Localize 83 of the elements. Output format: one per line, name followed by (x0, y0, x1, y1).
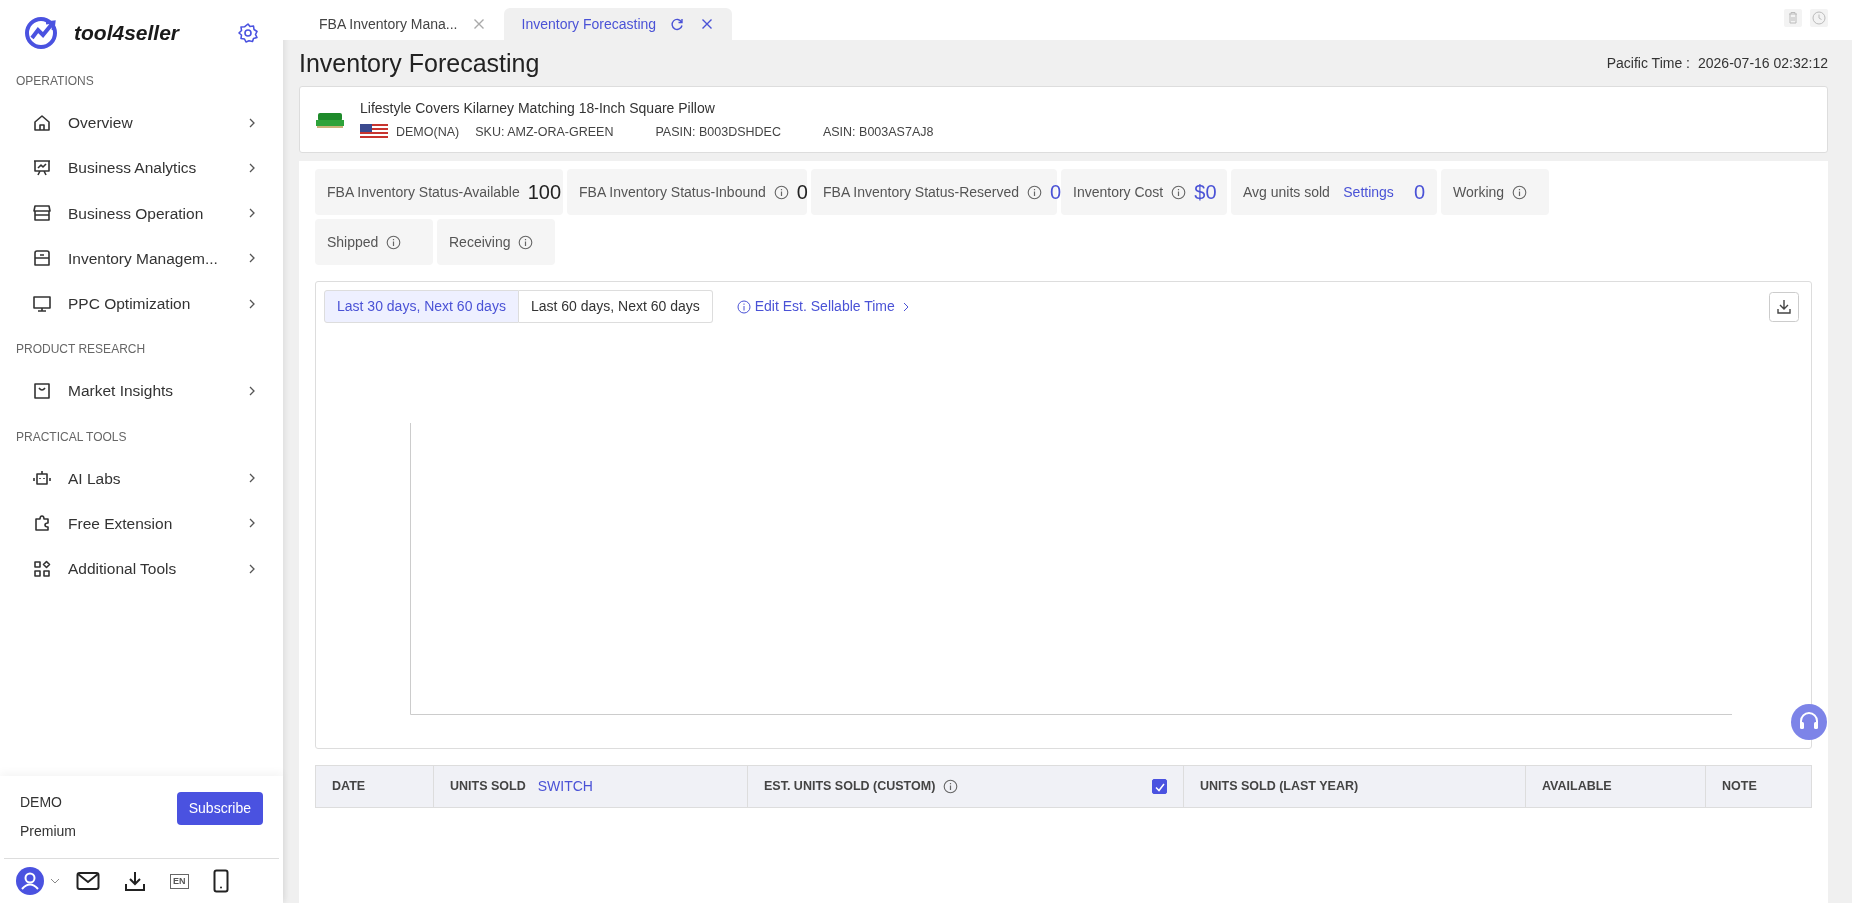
stat-label: FBA Inventory Status-Available (327, 182, 520, 202)
settings-link[interactable]: Settings (1343, 181, 1394, 203)
column-label: EST. UNITS SOLD (CUSTOM) (764, 778, 936, 796)
tab[interactable]: FBA Inventory Mana... (301, 8, 504, 40)
stat-label: FBA Inventory Status-Reserved (823, 182, 1020, 202)
settings-icon[interactable] (237, 22, 259, 44)
avatar-icon[interactable] (16, 867, 44, 895)
logo-icon (24, 16, 58, 50)
stat-label: Avg units sold (1243, 182, 1330, 202)
range-button[interactable]: Last 30 days, Next 60 days (324, 290, 519, 323)
page-title: Inventory Forecasting (299, 48, 540, 78)
shopping-bag-icon (32, 380, 52, 401)
apps-grid-icon (32, 558, 52, 579)
column-label: UNITS SOLD (450, 778, 526, 796)
chevron-right-icon (247, 385, 257, 396)
sku-text: SKU: AMZ-ORA-GREEN (475, 123, 614, 141)
sidebar-item[interactable]: Business Operation (0, 190, 283, 236)
subscribe-button[interactable]: Subscribe (176, 792, 263, 825)
range-button[interactable]: Last 60 days, Next 60 days (518, 290, 713, 323)
stat-label: Receiving (449, 232, 511, 252)
sidebar-item[interactable]: Free Extension (0, 500, 283, 546)
box-icon (32, 248, 52, 269)
account-name: DEMO (20, 793, 63, 812)
mail-icon[interactable] (76, 871, 100, 891)
column-label: UNITS SOLD (LAST YEAR) (1200, 778, 1359, 796)
stat-value: $0 (1194, 180, 1217, 205)
caret-icon[interactable] (50, 878, 60, 884)
sidebar-item[interactable]: Overview (0, 100, 283, 146)
stat-label: Working (1453, 182, 1505, 202)
product-thumbnail-icon (316, 110, 344, 129)
checkbox[interactable] (1152, 779, 1167, 794)
store-name: DEMO(NA) (396, 123, 460, 141)
stat-value: 100 (527, 180, 562, 205)
stat-label: Inventory Cost (1073, 182, 1164, 202)
brand-name: tool4seller (74, 20, 181, 47)
sidebar-item[interactable]: Inventory Managem... (0, 235, 283, 281)
chevron-right-icon (247, 473, 257, 484)
section-heading: PRODUCT RESEARCH (15, 341, 147, 359)
sidebar-item[interactable]: Market Insights (0, 368, 283, 414)
column-label: NOTE (1722, 778, 1757, 796)
chevron-right-icon (247, 117, 257, 128)
info-icon (736, 299, 751, 314)
product-title: Lifestyle Covers Kilarney Matching 18-Inch Square Pillow (360, 98, 716, 118)
monitor-icon (32, 293, 52, 314)
chevron-right-icon[interactable] (902, 301, 909, 312)
account-plan: Premium (20, 822, 76, 841)
headset-icon[interactable] (1791, 704, 1827, 740)
us-flag-icon (360, 124, 388, 140)
chevron-right-icon (247, 563, 257, 574)
stat-value: 0 (1413, 180, 1425, 205)
stat-value: 0 (796, 180, 808, 205)
chevron-right-icon (247, 518, 257, 529)
sidebar-item[interactable]: Additional Tools (0, 546, 283, 592)
asin-text: ASIN: B003AS7AJ8 (822, 123, 934, 141)
chevron-right-icon (247, 208, 257, 219)
download-icon[interactable] (124, 870, 146, 892)
column-label: AVAILABLE (1542, 778, 1612, 796)
refresh-icon[interactable] (670, 17, 685, 31)
time-label: Pacific Time : (1606, 53, 1690, 73)
switch-link[interactable]: SWITCH (537, 776, 593, 797)
language-button[interactable]: EN (170, 873, 189, 889)
sidebar-item[interactable]: Business Analytics (0, 145, 283, 191)
store-icon (32, 203, 52, 224)
stat-value: 0 (1050, 180, 1062, 205)
chevron-right-icon (247, 298, 257, 309)
sidebar-item[interactable]: AI Labs (0, 455, 283, 501)
home-icon (32, 112, 52, 133)
stat-label: Shipped (327, 232, 379, 252)
section-heading: OPERATIONS (15, 73, 95, 90)
column-label: DATE (332, 778, 366, 796)
time-value: 2026-07-16 02:32:12 (1698, 53, 1828, 73)
edit-sellable-time-link[interactable]: Edit Est. Sellable Time (754, 296, 895, 317)
pasin-text: PASIN: B003DSHDEC (655, 123, 781, 141)
section-heading: PRACTICAL TOOLS (15, 428, 128, 446)
stat-label: FBA Inventory Status-Inbound (579, 182, 766, 202)
presentation-chart-icon (32, 157, 52, 178)
mobile-icon[interactable] (212, 869, 229, 893)
chevron-right-icon (247, 162, 257, 173)
puzzle-icon (32, 513, 52, 534)
chevron-right-icon (247, 253, 257, 264)
sidebar-item[interactable]: PPC Optimization (0, 281, 283, 327)
close-icon[interactable] (700, 17, 715, 31)
tab[interactable]: Inventory Forecasting (503, 8, 733, 40)
